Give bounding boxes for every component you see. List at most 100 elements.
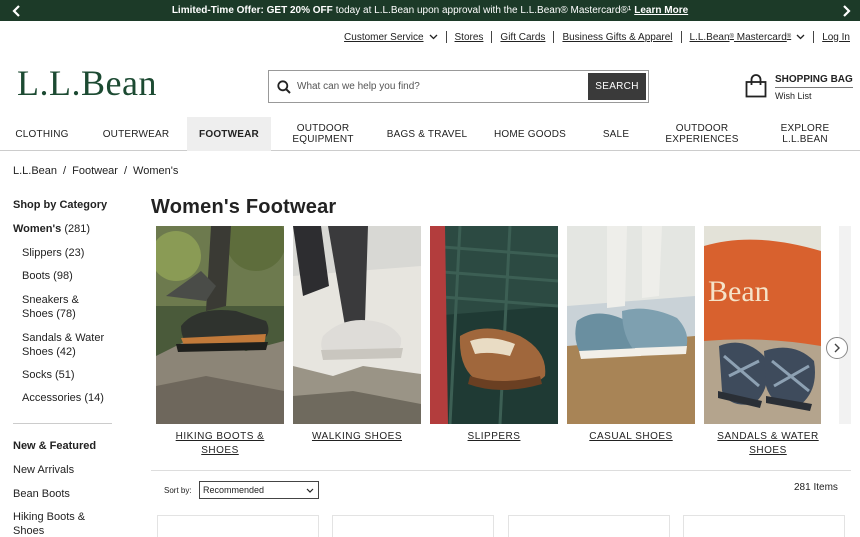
nav-label: OUTDOOR — [296, 123, 350, 134]
product-card[interactable] — [683, 515, 845, 537]
llbean-logo[interactable]: L.L.Bean — [17, 62, 157, 104]
category-label-line: SANDALS & WATER — [717, 431, 819, 442]
promo-text: today at L.L.Bean upon approval with the… — [335, 5, 632, 16]
shopping-bag: SHOPPING BAG Wish List — [745, 74, 853, 101]
category-card-next-partial[interactable] — [839, 226, 851, 424]
divider — [151, 470, 851, 471]
search-bar: SEARCH — [268, 70, 649, 103]
chevron-down-icon — [306, 488, 314, 493]
sidebar-new-arrivals[interactable]: New Arrivals — [13, 463, 74, 477]
business-gifts-link[interactable]: Business Gifts & Apparel — [562, 32, 672, 43]
category-card-sandals[interactable]: Bean SANDALS & WATER SHOES — [704, 226, 821, 456]
divider — [680, 31, 682, 43]
carousel-next-button[interactable] — [826, 337, 848, 359]
nav-label: EQUIPMENT — [292, 134, 354, 145]
sidebar-accessories[interactable]: Accessories (14) — [22, 391, 112, 405]
divider — [553, 31, 555, 43]
shopping-bag-icon[interactable] — [745, 74, 767, 98]
sort-select-value: Recommended — [203, 485, 265, 495]
product-card[interactable] — [332, 515, 494, 537]
nav-label: EXPLORE — [780, 123, 830, 134]
customer-service-link[interactable]: Customer Service — [344, 32, 437, 43]
sidebar-womens-label: Women's — [13, 223, 62, 235]
category-label: HIKING BOOTS & SHOES — [175, 431, 265, 456]
sandals-image: Bean — [704, 226, 821, 424]
breadcrumb-separator: / — [123, 165, 128, 177]
sidebar-label: Sneakers & — [22, 294, 79, 306]
hiking-boots-image — [156, 226, 284, 424]
category-label: SLIPPERS — [467, 431, 521, 442]
chevron-down-icon — [796, 34, 805, 40]
shop-by-category-heading: Shop by Category — [13, 199, 108, 211]
wish-list-link[interactable]: Wish List — [775, 91, 853, 101]
nav-label: OUTDOOR — [675, 123, 729, 134]
utility-links: Customer Service Stores Gift Cards Busin… — [344, 31, 850, 43]
page-title: Women's Footwear — [151, 196, 337, 218]
search-input[interactable] — [297, 72, 588, 101]
nav-sale[interactable]: SALE — [594, 117, 638, 151]
nav-bags-travel[interactable]: BAGS & TRAVEL — [379, 117, 475, 151]
chevron-down-icon — [429, 34, 437, 40]
search-button[interactable]: SEARCH — [588, 73, 646, 100]
promo-next-arrow-icon[interactable] — [836, 0, 856, 21]
category-card-hiking[interactable]: HIKING BOOTS & SHOES — [156, 226, 284, 456]
sidebar-sandals[interactable]: Sandals & Water Shoes (42) — [22, 331, 112, 359]
product-card[interactable] — [157, 515, 319, 537]
nav-outerwear[interactable]: OUTERWEAR — [96, 117, 176, 151]
category-label: SANDALS & WATER SHOES — [704, 430, 832, 458]
category-label: WALKING SHOES — [311, 431, 403, 442]
registered-mark: ® — [786, 34, 792, 40]
divider — [813, 31, 815, 43]
breadcrumb: L.L.Bean / Footwear / Women's — [13, 165, 178, 177]
sidebar-bean-boots[interactable]: Bean Boots — [13, 487, 70, 501]
sort-by-label: Sort by: — [164, 486, 192, 495]
product-card[interactable] — [508, 515, 670, 537]
main-nav: CLOTHING OUTERWEAR FOOTWEAR OUTDOOR EQUIP… — [0, 117, 860, 151]
nav-outdoor-experiences[interactable]: OUTDOOR EXPERIENCES — [659, 117, 745, 151]
walking-shoes-image — [293, 226, 421, 424]
nav-label: L.L.BEAN — [782, 134, 828, 145]
sidebar-divider — [13, 423, 112, 424]
sidebar-label: Shoes (42) — [22, 346, 76, 358]
casual-shoes-image — [567, 226, 695, 424]
promo-banner: Limited-Time Offer: GET 20% OFF today at… — [0, 0, 860, 21]
sidebar-womens[interactable]: Women's (281) — [13, 222, 90, 236]
nav-label: EXPERIENCES — [665, 134, 739, 145]
stores-link[interactable]: Stores — [455, 32, 484, 43]
nav-home-goods[interactable]: HOME GOODS — [486, 117, 574, 151]
promo-offer: Limited-Time Offer: GET 20% OFF — [171, 5, 333, 16]
slippers-image — [430, 226, 558, 424]
sidebar-womens-count: (281) — [64, 223, 91, 235]
category-card-walking[interactable]: WALKING SHOES — [293, 226, 421, 442]
nav-clothing[interactable]: CLOTHING — [0, 117, 84, 151]
shopping-bag-link[interactable]: SHOPPING BAG — [775, 74, 853, 88]
new-featured-heading: New & Featured — [13, 440, 97, 452]
promo-prev-arrow-icon[interactable] — [6, 0, 26, 21]
mastercard-label: L.L.Bean — [689, 31, 730, 43]
sort-select[interactable]: Recommended — [199, 481, 319, 499]
sidebar-slippers[interactable]: Slippers (23) — [22, 246, 112, 260]
sidebar-label: Shoes — [13, 525, 45, 537]
promo-learn-more-link[interactable]: Learn More — [634, 5, 688, 16]
breadcrumb-separator: / — [63, 165, 67, 177]
breadcrumb-womens[interactable]: Women's — [133, 165, 178, 177]
gift-cards-link[interactable]: Gift Cards — [500, 32, 545, 43]
sidebar-socks[interactable]: Socks (51) — [22, 368, 112, 382]
category-card-casual[interactable]: CASUAL SHOES — [567, 226, 695, 442]
nav-explore[interactable]: EXPLORE L.L.BEAN — [765, 117, 845, 151]
log-in-link[interactable]: Log In — [822, 32, 850, 43]
sidebar-hiking-boots[interactable]: Hiking Boots & Shoes — [13, 510, 85, 537]
customer-service-label: Customer Service — [344, 31, 424, 43]
nav-footwear[interactable]: FOOTWEAR — [187, 117, 271, 151]
mastercard-link[interactable]: L.L.Bean ® Mastercard ® — [690, 32, 806, 43]
breadcrumb-footwear[interactable]: Footwear — [72, 165, 118, 177]
nav-outdoor-equipment[interactable]: OUTDOOR EQUIPMENT — [283, 117, 363, 151]
mastercard-label-2: Mastercard — [733, 31, 787, 43]
divider — [491, 31, 493, 43]
category-card-slippers[interactable]: SLIPPERS — [430, 226, 558, 442]
breadcrumb-home[interactable]: L.L.Bean — [13, 165, 57, 177]
category-label-line: SHOES — [749, 445, 787, 456]
sidebar-label: Hiking Boots & — [13, 511, 86, 523]
sidebar-boots[interactable]: Boots (98) — [22, 269, 112, 283]
sidebar-sneakers[interactable]: Sneakers & Shoes (78) — [22, 293, 112, 321]
